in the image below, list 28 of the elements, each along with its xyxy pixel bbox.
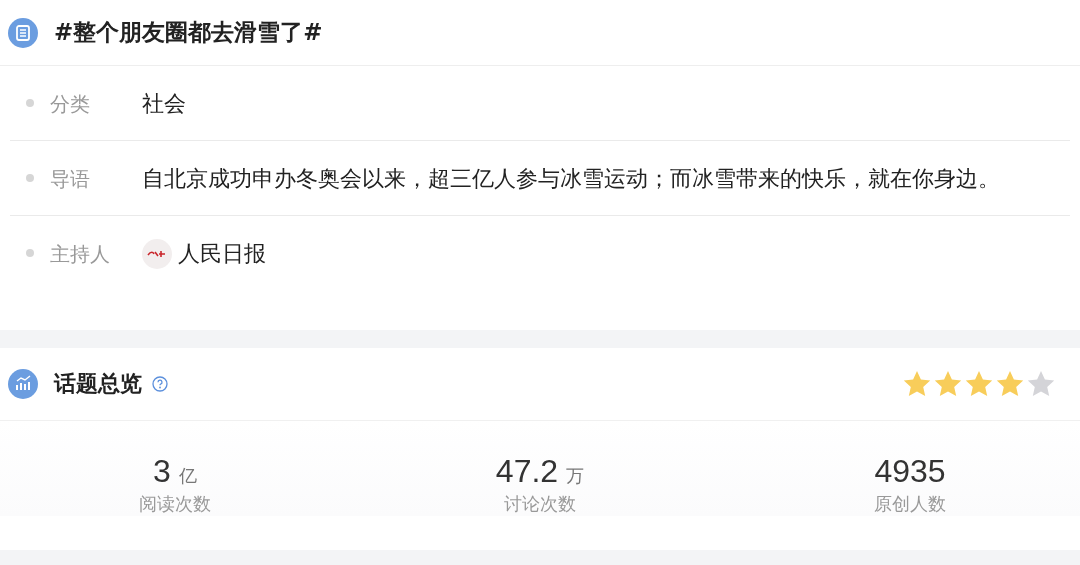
field-label: 主持人 [50,241,111,268]
stat-unit: 亿 [178,464,197,488]
star-icon [1026,369,1056,399]
stat-value: 3 [153,453,171,490]
star-icon [964,369,994,399]
section-title: 话题总览 [54,370,142,398]
topic-title: #整个朋友圈都去滑雪了# [54,18,323,47]
stat-unit: 万 [566,464,585,488]
list-icon [8,17,38,48]
stat-value: 47.2 [495,453,559,490]
field-value: 自北京成功申办冬奥会以来，超三亿人参与冰雪运动；而冰雪带来的快乐，就在你身边。 [142,165,1001,193]
field-label: 分类 [50,91,91,118]
stat-label: 阅读次数 [139,492,211,516]
star-icon [995,369,1025,399]
field-label: 导语 [50,166,91,193]
stat-value: 4935 [874,453,946,490]
chart-icon [8,369,38,399]
avatar-icon [142,239,172,269]
bullet-icon [26,249,34,257]
host-name: 人民日报 [178,240,267,268]
help-icon[interactable] [152,376,168,392]
star-icon [933,369,963,399]
star-icon [902,369,932,399]
bullet-icon [26,174,34,182]
bullet-icon [26,99,34,107]
stat-label: 讨论次数 [504,492,576,516]
field-value: 社会 [142,90,187,118]
stat-label: 原创人数 [874,492,946,516]
